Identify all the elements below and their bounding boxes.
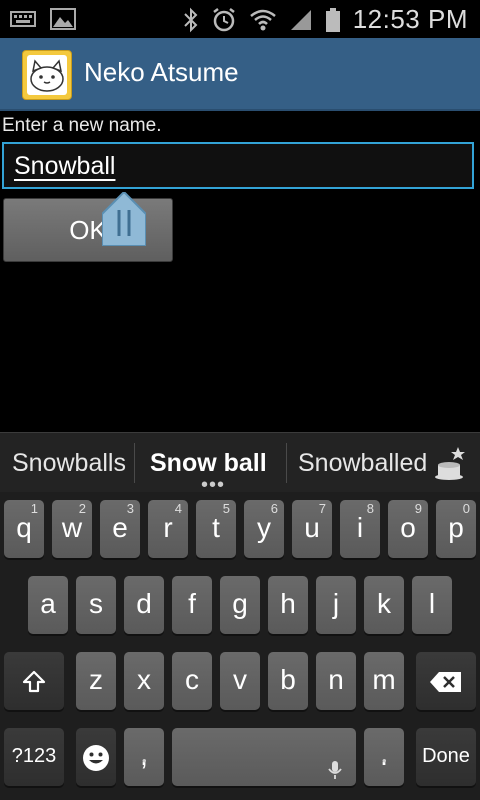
name-prompt: Enter a new name. <box>2 115 162 136</box>
bluetooth-icon <box>183 7 198 32</box>
key-b[interactable]: b <box>268 652 308 710</box>
microphone-icon <box>328 761 342 779</box>
key-m[interactable]: m <box>364 652 404 710</box>
key-e[interactable]: e3 <box>100 500 140 558</box>
comma-key-hint: • <box>142 753 147 768</box>
app-bar: Neko Atsume <box>0 38 480 111</box>
key-a[interactable]: a <box>28 576 68 634</box>
smiley-icon <box>83 744 109 771</box>
signal-icon <box>290 9 311 30</box>
status-bar: 12:53 PM <box>0 0 480 38</box>
keyboard-icon <box>10 11 36 27</box>
key-f[interactable]: f <box>172 576 212 634</box>
space-key[interactable] <box>172 728 356 786</box>
key-c[interactable]: c <box>172 652 212 710</box>
key-j[interactable]: j <box>316 576 356 634</box>
key-y[interactable]: y6 <box>244 500 284 558</box>
comma-key[interactable]: , • <box>124 728 164 786</box>
key-u[interactable]: u7 <box>292 500 332 558</box>
period-key[interactable]: . • <box>364 728 404 786</box>
more-suggestions-dots[interactable]: ••• <box>201 475 225 495</box>
cat-app-icon <box>22 50 72 100</box>
app-title: Neko Atsume <box>84 57 239 87</box>
suggestion-strip: Snowballs Snow ball ••• Snowballed <box>0 432 480 495</box>
key-w[interactable]: w2 <box>52 500 92 558</box>
soft-keyboard: q1 w2 e3 r4 t5 y6 u7 i8 o9 p0 a s d f g … <box>0 492 480 800</box>
key-v[interactable]: v <box>220 652 260 710</box>
backspace-key[interactable] <box>416 652 476 710</box>
key-l[interactable]: l <box>412 576 452 634</box>
wifi-icon <box>249 9 276 30</box>
key-s[interactable]: s <box>76 576 116 634</box>
key-q[interactable]: q1 <box>4 500 44 558</box>
emoji-key[interactable] <box>76 728 116 786</box>
suggestion-divider <box>134 443 135 483</box>
key-d[interactable]: d <box>124 576 164 634</box>
text-cursor-handle[interactable] <box>102 192 146 246</box>
key-z[interactable]: z <box>76 652 116 710</box>
key-k[interactable]: k <box>364 576 404 634</box>
key-g[interactable]: g <box>220 576 260 634</box>
key-h[interactable]: h <box>268 576 308 634</box>
period-key-hint: • <box>382 753 387 768</box>
suggestion-right[interactable]: Snowballed <box>298 433 427 493</box>
done-key[interactable]: Done <box>416 728 476 786</box>
image-icon <box>50 8 76 30</box>
shift-key[interactable] <box>4 652 64 710</box>
suggestion-divider <box>286 443 287 483</box>
backspace-icon <box>430 671 461 692</box>
symbols-key[interactable]: ?123 <box>4 728 64 786</box>
ok-button[interactable]: OK <box>3 198 173 262</box>
key-o[interactable]: o9 <box>388 500 428 558</box>
clock: 12:53 PM <box>352 4 468 34</box>
key-i[interactable]: i8 <box>340 500 380 558</box>
key-t[interactable]: t5 <box>196 500 236 558</box>
suggestion-left[interactable]: Snowballs <box>12 433 126 493</box>
magic-hat-icon[interactable] <box>430 443 468 481</box>
battery-icon <box>325 7 340 32</box>
name-input[interactable]: Snowball <box>2 142 474 189</box>
alarm-icon <box>212 7 235 31</box>
name-input-value: Snowball <box>14 152 116 180</box>
key-n[interactable]: n <box>316 652 356 710</box>
key-x[interactable]: x <box>124 652 164 710</box>
key-r[interactable]: r4 <box>148 500 188 558</box>
key-p[interactable]: p0 <box>436 500 476 558</box>
shift-arrow-icon <box>22 670 46 692</box>
